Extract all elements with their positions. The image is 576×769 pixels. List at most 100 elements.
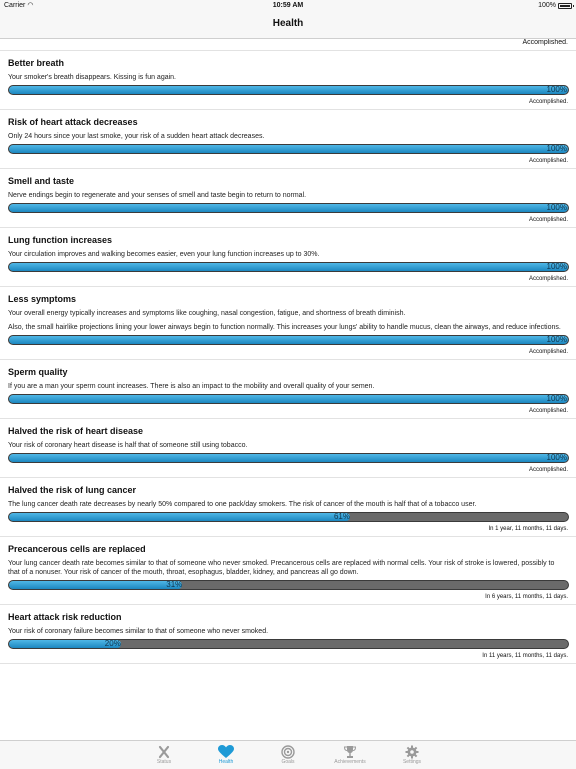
health-item-title: Halved the risk of heart disease — [8, 426, 144, 436]
progress-percent: 100% — [546, 335, 567, 344]
health-item: Lung function increases Your circulation … — [0, 228, 576, 287]
health-item-description: Your smoker's breath disappears. Kissing… — [0, 69, 576, 82]
health-item-description: Nerve endings begin to regenerate and yo… — [0, 187, 576, 200]
health-item-paragraph: Your risk of coronary failure becomes si… — [8, 628, 269, 635]
battery-status: 100% — [538, 0, 574, 12]
health-item-status: Accomplished. — [528, 99, 568, 105]
progress-percent: 100% — [546, 262, 567, 271]
progress-percent: 100% — [546, 203, 567, 212]
tab-label: Settings — [402, 759, 422, 765]
x-mark-icon — [133, 744, 195, 759]
tab-health[interactable]: Health — [195, 741, 257, 769]
health-item-title: Less symptoms — [8, 294, 77, 304]
health-item-description: Your circulation improves and walking be… — [0, 246, 576, 259]
health-item-title: Halved the risk of lung cancer — [8, 485, 137, 495]
health-item-paragraph: Your risk of coronary heart disease is h… — [8, 442, 248, 449]
progress-fill — [9, 86, 568, 94]
health-item-description: Only 24 hours since your last smoke, you… — [0, 128, 576, 141]
health-item-status: In 6 years, 11 months, 11 days. — [485, 594, 568, 600]
health-item: Less symptoms Your overall energy typical… — [0, 287, 576, 360]
progress-fill — [9, 454, 568, 462]
progress-percent: 20% — [104, 639, 121, 648]
health-item: Smell and taste Nerve endings begin to re… — [0, 169, 576, 228]
gear-icon — [381, 744, 443, 759]
progress-bar: 100% — [8, 262, 569, 272]
health-item-status: Accomplished. — [528, 158, 568, 164]
progress-fill — [9, 145, 568, 153]
progress-percent: 31% — [166, 580, 183, 589]
tab-label: Health — [218, 759, 234, 765]
progress-bar: 100% — [8, 453, 569, 463]
health-item-title: Sperm quality — [8, 367, 68, 377]
health-item-paragraph: Your smoker's breath disappears. Kissing… — [8, 74, 177, 81]
progress-bar: 100% — [8, 85, 569, 95]
heart-icon — [195, 744, 257, 759]
health-item-status: Accomplished. — [528, 349, 568, 355]
health-item: Better breath Your smoker's breath disapp… — [0, 51, 576, 110]
health-item-title: Lung function increases — [8, 235, 113, 245]
health-item-paragraph: Also, the small hairlike projections lin… — [8, 324, 561, 331]
health-item: Halved the risk of lung cancer The lung c… — [0, 478, 576, 537]
battery-icon — [558, 3, 574, 9]
progress-bar: 100% — [8, 335, 569, 345]
progress-bar: 61% — [8, 512, 569, 522]
progress-bar: 100% — [8, 144, 569, 154]
progress-fill — [9, 513, 350, 521]
progress-percent: 100% — [546, 453, 567, 462]
health-item: Sperm quality If you are a man your sperm… — [0, 360, 576, 419]
health-item: Risk of heart attack decreases Only 24 ho… — [0, 110, 576, 169]
tab-label: Status — [156, 759, 172, 765]
health-item-description: If you are a man your sperm count increa… — [0, 378, 576, 391]
clock: 10:59 AM — [272, 2, 304, 9]
progress-fill — [9, 204, 568, 212]
health-item-title: Risk of heart attack decreases — [8, 117, 138, 127]
health-item-status: In 11 years, 11 months, 11 days. — [482, 653, 568, 659]
battery-percent: 100% — [538, 2, 556, 9]
health-item-paragraph: Nerve endings begin to regenerate and yo… — [8, 192, 307, 199]
progress-percent: 100% — [546, 144, 567, 153]
health-item-status: Accomplished. — [528, 408, 568, 414]
progress-bar: 100% — [8, 394, 569, 404]
tab-label: Goals — [281, 759, 295, 765]
health-item-description: Your overall energy typically increases … — [0, 305, 576, 332]
target-icon — [257, 744, 319, 759]
progress-fill — [9, 395, 568, 403]
health-item-paragraph: Only 24 hours since your last smoke, you… — [8, 133, 265, 140]
tab-label: Achievements — [334, 759, 366, 765]
progress-percent: 61% — [333, 512, 350, 521]
health-item-paragraph: If you are a man your sperm count increa… — [8, 383, 375, 390]
tab-bar: Status Health Goals Achievements Settings — [0, 740, 576, 769]
health-item-paragraph: The lung cancer death rate decreases by … — [8, 501, 477, 508]
tab-achievements[interactable]: Achievements — [319, 741, 381, 769]
progress-bar: 20% — [8, 639, 569, 649]
health-item-title: Better breath — [8, 58, 65, 68]
tab-settings[interactable]: Settings — [381, 741, 443, 769]
tab-status[interactable]: Status — [133, 741, 195, 769]
health-item: Heart attack risk reduction Your risk of … — [0, 605, 576, 664]
previous-item-status: Accomplished. — [0, 39, 576, 51]
health-item-paragraph: Your overall energy typically increases … — [8, 310, 406, 317]
health-item-status: Accomplished. — [528, 217, 568, 223]
progress-fill — [9, 336, 568, 344]
progress-bar: 100% — [8, 203, 569, 213]
health-item-description: The lung cancer death rate decreases by … — [0, 496, 576, 509]
health-item-description: Your risk of coronary heart disease is h… — [0, 437, 576, 450]
health-item: Precancerous cells are replaced Your lung… — [0, 537, 576, 605]
health-item-description: Your lung cancer death rate becomes simi… — [0, 555, 576, 577]
health-list[interactable]: Accomplished. Better breath Your smoker's… — [0, 39, 576, 740]
health-item-paragraph: Your lung cancer death rate becomes simi… — [8, 560, 555, 576]
progress-fill — [9, 581, 183, 589]
health-item-status: Accomplished. — [528, 467, 568, 473]
progress-percent: 100% — [546, 394, 567, 403]
progress-percent: 100% — [546, 85, 567, 94]
health-item-title: Smell and taste — [8, 176, 75, 186]
status-bar: Carrier ◠ 10:59 AM 100% — [0, 0, 576, 12]
trophy-icon — [319, 744, 381, 759]
health-item-title: Precancerous cells are replaced — [8, 544, 146, 554]
health-item-status: Accomplished. — [528, 276, 568, 282]
tab-goals[interactable]: Goals — [257, 741, 319, 769]
navigation-bar: Health — [0, 12, 576, 39]
health-item-status: In 1 year, 11 months, 11 days. — [488, 526, 569, 532]
health-item-paragraph: Your circulation improves and walking be… — [8, 251, 320, 258]
page-title: Health — [272, 18, 304, 29]
